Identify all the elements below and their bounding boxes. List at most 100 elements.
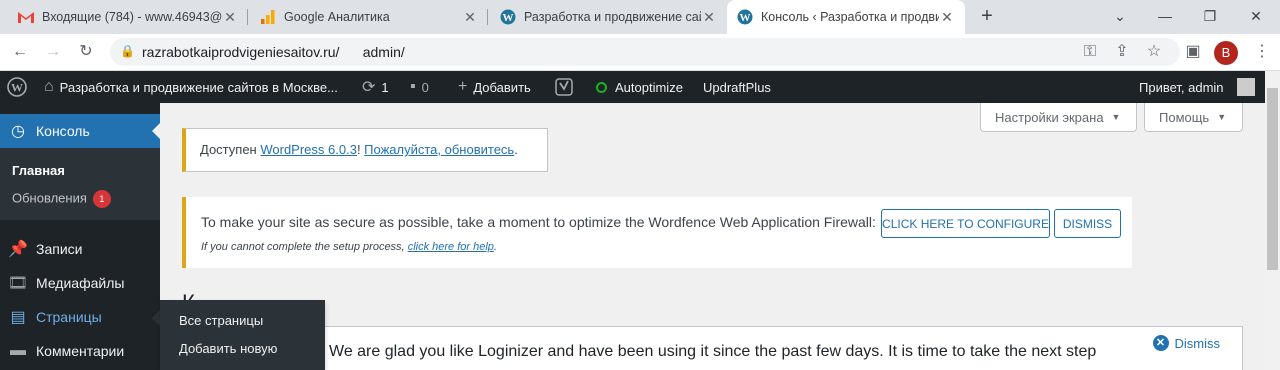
configure-firewall-button[interactable]: CLICK HERE TO CONFIGURE [881, 209, 1050, 238]
help-label: Помощь [1159, 109, 1210, 125]
minimize-icon[interactable]: — [1155, 4, 1175, 28]
key-icon[interactable]: ⚿ [1080, 42, 1100, 62]
updraftplus-link[interactable]: UpdraftPlus [703, 71, 771, 103]
menu-item-comments[interactable]: ▬ Комментарии [0, 334, 160, 368]
add-new-link[interactable]: + Добавить [458, 71, 531, 103]
chevron-down-icon[interactable]: ⌄ [1110, 4, 1130, 28]
wordpress-icon: W [737, 9, 753, 25]
menu-label: Консоль [36, 123, 90, 139]
submenu-home[interactable]: Главная [12, 163, 65, 178]
share-icon[interactable]: ⇪ [1112, 42, 1132, 62]
menu-item-posts[interactable]: 📌 Записи [0, 232, 160, 266]
wordfence-help-text: If you cannot complete the setup process… [201, 241, 497, 253]
url-text: razrabotkaiprodvigeniesaitov.ru/ admin/ [142, 44, 405, 60]
pin-icon: 📌 [8, 241, 28, 258]
browser-tab-console[interactable]: W Консоль ‹ Разработка и продви ✕ [727, 0, 965, 34]
wordfence-notice: To make your site as secure as possible,… [182, 197, 1132, 268]
scrollbar-thumb[interactable] [1267, 88, 1278, 270]
side-panel-icon[interactable]: ▣ [1183, 42, 1203, 62]
tab-title: Разработка и продвижение сай [524, 10, 701, 24]
analytics-icon [260, 9, 276, 25]
tab-separator [487, 9, 488, 25]
user-greeting[interactable]: Привет, admin [1139, 71, 1224, 103]
submenu-updates[interactable]: Обновления 1 [12, 190, 111, 208]
close-window-icon[interactable]: ✕ [1246, 4, 1266, 28]
menu-item-pages[interactable]: ▤ Страницы [0, 300, 160, 334]
loginizer-message: We are glad you like Loginizer and have … [329, 343, 1097, 360]
browser-tab-analytics[interactable]: Google Аналитика ✕ [250, 0, 488, 34]
tab-separator [247, 9, 248, 25]
screen-options-button[interactable]: Настройки экрана ▼ [980, 103, 1137, 132]
wordfence-message: To make your site as secure as possible,… [201, 214, 876, 230]
autoptimize-label: Autoptimize [615, 79, 683, 95]
yoast-icon[interactable] [555, 71, 573, 103]
caret-down-icon: ▼ [1217, 112, 1227, 122]
media-icon: 🎞 [7, 275, 29, 292]
update-suffix: . [514, 142, 518, 157]
dismiss-label: Dismiss [1174, 335, 1221, 351]
caret-down-icon: ▼ [1111, 112, 1121, 122]
site-name-link[interactable]: ⌂ Разработка и продвижение сайтов в Моск… [44, 71, 338, 103]
browser-tab-gmail[interactable]: Входящие (784) - www.46943@g ✕ [8, 0, 248, 34]
help-button[interactable]: Помощь ▼ [1144, 103, 1243, 132]
svg-text:W: W [503, 12, 514, 24]
flyout-all-pages[interactable]: Все страницы [179, 313, 263, 328]
menu-dots-icon[interactable]: ⋮ [1252, 42, 1272, 62]
user-avatar[interactable] [1237, 78, 1255, 96]
menu-item-dashboard[interactable]: ◷ Консоль [0, 114, 160, 148]
comments-count: 0 [421, 79, 429, 95]
please-update-link[interactable]: Пожалуйста, обновитесь [364, 142, 514, 157]
forward-arrow-icon[interactable]: → [43, 42, 63, 62]
close-tab-icon[interactable]: ✕ [222, 9, 238, 26]
greeting-label: Привет, admin [1139, 79, 1224, 95]
close-circle-icon: ✕ [1152, 335, 1169, 351]
browser-toolbar: ← → ↻ 🔒 razrabotkaiprodvigeniesaitov.ru/… [0, 34, 1280, 71]
profile-avatar[interactable]: B [1214, 41, 1238, 65]
wp-admin-bar: W ⌂ Разработка и продвижение сайтов в Мо… [0, 71, 1265, 103]
comments-link[interactable]: ▪ 0 [410, 71, 429, 103]
close-tab-icon[interactable]: ✕ [701, 9, 717, 26]
updates-badge: 1 [92, 190, 111, 208]
updates-link[interactable]: ⟳ 1 [362, 71, 389, 103]
submenu-updates-label: Обновления [12, 190, 87, 206]
close-tab-icon[interactable]: ✕ [462, 9, 478, 26]
screen-options-label: Настройки экрана [995, 109, 1104, 125]
site-name-label: Разработка и продвижение сайтов в Москве… [59, 79, 338, 95]
autoptimize-link[interactable]: Autoptimize [596, 71, 683, 103]
wordfence-sub-prefix: If you cannot complete the setup process… [201, 241, 408, 253]
restore-icon[interactable]: ❐ [1200, 4, 1220, 28]
wordfence-help-link[interactable]: click here for help [408, 241, 494, 253]
back-arrow-icon[interactable]: ← [10, 42, 30, 62]
updates-count: 1 [381, 79, 389, 95]
comment-icon: ▬ [10, 342, 26, 359]
gmail-icon [18, 9, 34, 25]
browser-tab-strip: Входящие (784) - www.46943@g ✕ Google Ан… [0, 0, 1280, 34]
updates-icon: ⟳ [362, 79, 376, 96]
comment-icon: ▪ [410, 78, 416, 95]
wp-logo-icon[interactable]: W [7, 71, 27, 103]
flyout-add-new[interactable]: Добавить новую [179, 341, 277, 356]
reload-icon[interactable]: ↻ [76, 42, 96, 62]
loginizer-dismiss-button[interactable]: ✕ Dismiss [1152, 335, 1221, 351]
close-tab-icon[interactable]: ✕ [939, 9, 955, 26]
browser-tab-site[interactable]: W Разработка и продвижение сай ✕ [490, 0, 727, 34]
lock-icon: 🔒 [120, 44, 135, 58]
status-dot-icon [596, 81, 607, 93]
updraftplus-label: UpdraftPlus [703, 79, 771, 95]
wordfence-sub-suffix: . [493, 241, 497, 253]
menu-label: Страницы [36, 309, 102, 325]
pages-flyout-menu: Все страницы Добавить новую [160, 300, 325, 370]
menu-item-media[interactable]: 🎞 Медиафайлы [0, 266, 160, 300]
add-new-label: Добавить [473, 79, 531, 95]
address-bar[interactable]: 🔒 razrabotkaiprodvigeniesaitov.ru/ admin… [110, 38, 1180, 66]
dashboard-icon: ◷ [11, 123, 25, 140]
tab-title: Google Аналитика [284, 10, 390, 24]
wordpress-version-link[interactable]: WordPress 6.0.3 [260, 142, 357, 157]
new-tab-button[interactable]: + [977, 5, 997, 29]
pages-icon: ▤ [10, 309, 26, 326]
wordfence-dismiss-button[interactable]: DISMISS [1054, 209, 1121, 238]
star-icon[interactable]: ☆ [1144, 42, 1164, 62]
menu-label: Комментарии [36, 343, 125, 359]
home-icon: ⌂ [44, 78, 54, 95]
tab-title: Входящие (784) - www.46943@g [42, 10, 222, 24]
